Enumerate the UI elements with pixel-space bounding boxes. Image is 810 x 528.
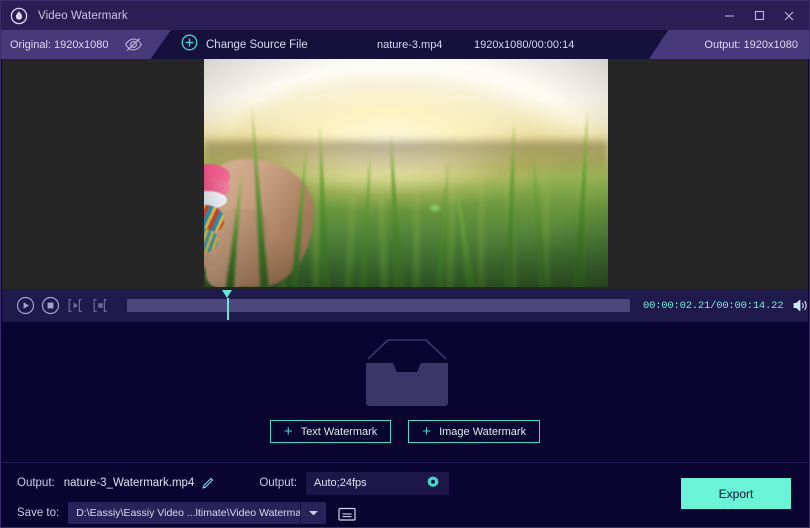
edit-output-name-icon[interactable] [201, 476, 215, 490]
tab-output-preview[interactable]: Output: 1920x1080 [649, 30, 809, 59]
save-to-path-value: D:\Eassiy\Eassiy Video ...ltimate\Video … [76, 507, 301, 519]
playhead-stem [226, 298, 229, 320]
change-source-file-label: Change Source File [206, 38, 308, 51]
timecode-display: 00:00:02.21/00:00:14.22 [643, 299, 784, 312]
stop-button[interactable] [41, 295, 60, 317]
video-vignette [204, 59, 608, 287]
gear-icon[interactable] [425, 475, 441, 491]
play-button[interactable] [16, 295, 35, 317]
add-image-watermark-label: Image Watermark [439, 425, 527, 438]
video-preview-area [2, 59, 808, 289]
title-bar: Video Watermark [1, 1, 809, 30]
speaker-icon[interactable] [792, 298, 810, 313]
source-file-name: nature-3.mp4 [377, 38, 443, 51]
output-name-value: nature-3_Watermark.mp4 [63, 477, 195, 489]
close-button[interactable] [774, 1, 804, 30]
tab-original-label: Original: 1920x1080 [10, 38, 109, 51]
timeline-playhead[interactable] [222, 290, 233, 321]
output-format-value: Auto;24fps [314, 477, 367, 489]
app-title: Video Watermark [38, 9, 128, 22]
eye-slash-icon[interactable] [124, 37, 143, 52]
output-format-field[interactable]: Auto;24fps [306, 471, 450, 495]
watermark-buttons: + Text Watermark + Image Watermark [2, 420, 808, 443]
save-to-path-field[interactable]: D:\Eassiy\Eassiy Video ...ltimate\Video … [68, 502, 301, 524]
output-name-label: Output: [17, 477, 55, 489]
window-controls [714, 1, 809, 30]
playback-controls-bar: 00:00:02.21/00:00:14.22 [2, 289, 808, 322]
change-source-file-button[interactable]: Change Source File [181, 34, 308, 56]
timeline-track[interactable] [127, 299, 630, 312]
set-start-point-button[interactable] [66, 295, 85, 317]
minimize-button[interactable] [714, 1, 744, 30]
add-text-watermark-button[interactable]: + Text Watermark [269, 420, 392, 443]
plus-circle-icon [181, 34, 198, 56]
timeline-slider[interactable] [127, 289, 630, 322]
tab-output-label: Output: 1920x1080 [704, 38, 798, 51]
tab-original-preview[interactable]: Original: 1920x1080 [1, 30, 171, 59]
export-settings-bar: Output: nature-3_Watermark.mp4 Output: A… [2, 462, 808, 527]
video-watermark-window: Video Watermark Original: 1920x1080 Chan… [0, 0, 810, 528]
plus-icon: + [422, 423, 432, 440]
source-toolbar: Original: 1920x1080 Change Source File n… [1, 30, 809, 59]
source-file-meta: 1920x1080/00:00:14 [474, 38, 575, 51]
inbox-tray-icon [360, 337, 454, 409]
plus-icon: + [283, 423, 293, 440]
chevron-down-icon [309, 511, 319, 516]
set-end-point-button[interactable] [91, 295, 110, 317]
app-logo-icon [9, 6, 29, 26]
browse-folder-button[interactable] [336, 503, 358, 523]
save-to-dropdown-button[interactable] [300, 502, 327, 524]
add-text-watermark-label: Text Watermark [300, 425, 378, 438]
maximize-button[interactable] [744, 1, 774, 30]
output-format-label: Output: [259, 477, 298, 489]
add-image-watermark-button[interactable]: + Image Watermark [408, 420, 541, 443]
video-frame[interactable] [204, 59, 608, 287]
watermark-drop-area: + Text Watermark + Image Watermark [2, 322, 808, 462]
playhead-triangle-icon [222, 290, 232, 298]
save-to-label: Save to: [17, 507, 60, 519]
export-button[interactable]: Export [681, 478, 791, 509]
